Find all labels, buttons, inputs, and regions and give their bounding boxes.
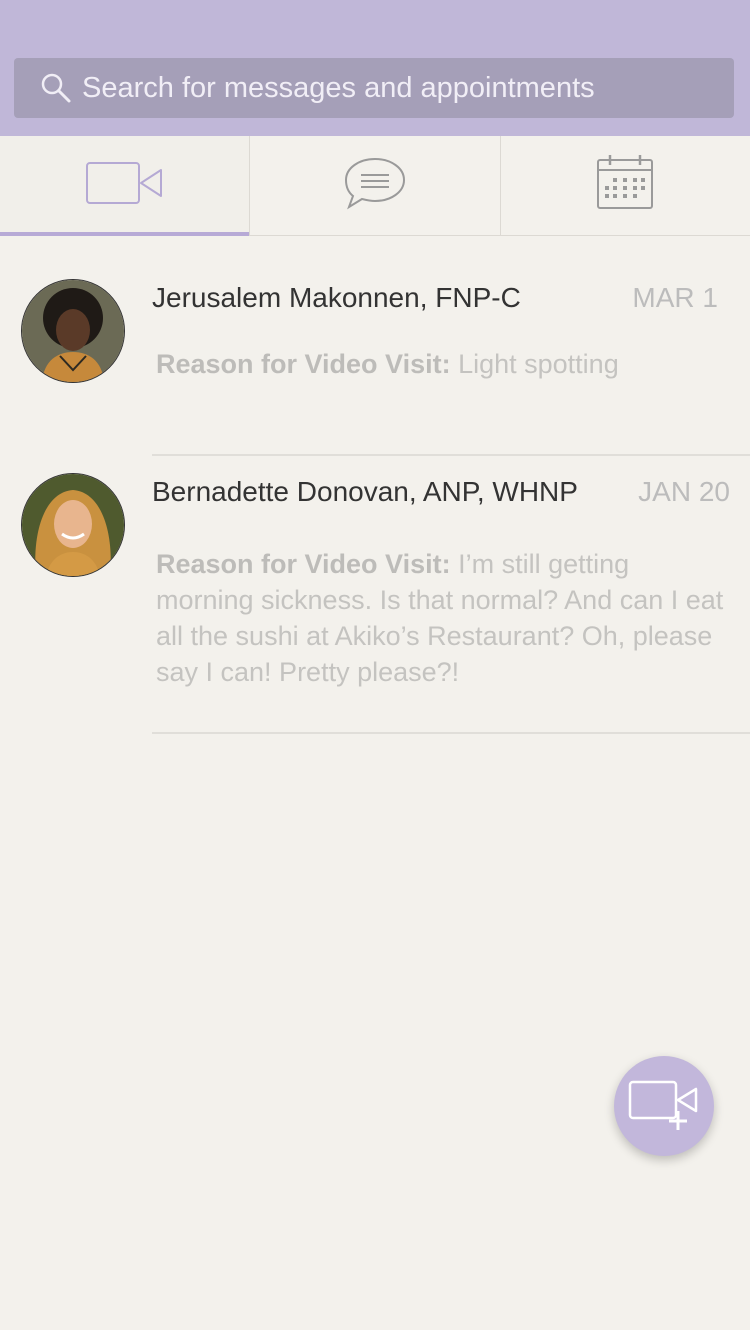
avatar (21, 473, 125, 577)
tab-appointments[interactable] (501, 136, 750, 235)
reason-label: Reason for Video Visit: (156, 549, 451, 579)
list-item[interactable]: Bernadette Donovan, ANP, WHNP JAN 20 Rea… (0, 456, 750, 734)
divider (152, 732, 750, 734)
search-input[interactable] (82, 60, 734, 116)
tab-bar (0, 136, 750, 236)
list-item[interactable]: Jerusalem Makonnen, FNP-C MAR 1 Reason f… (0, 236, 750, 456)
tab-video-visits[interactable] (0, 136, 251, 236)
search-bar[interactable] (14, 58, 734, 118)
new-video-visit-button[interactable] (614, 1056, 714, 1156)
avatar (21, 279, 125, 383)
provider-name: Bernadette Donovan, ANP, WHNP (152, 476, 578, 507)
visit-reason: Reason for Video Visit: I’m still gettin… (156, 546, 731, 690)
search-icon (40, 71, 74, 105)
app-header (0, 0, 750, 136)
video-visit-list: Jerusalem Makonnen, FNP-C MAR 1 Reason f… (0, 236, 750, 734)
reason-text: Light spotting (458, 349, 619, 379)
provider-name: Jerusalem Makonnen, FNP-C (152, 282, 521, 313)
reason-label: Reason for Video Visit: (156, 349, 451, 379)
visit-reason: Reason for Video Visit: Light spotting (156, 346, 731, 382)
chat-bubble-icon (343, 155, 407, 216)
tab-messages[interactable] (250, 136, 501, 235)
calendar-icon (595, 154, 655, 217)
video-camera-icon (85, 159, 165, 212)
new-video-visit-icon (628, 1076, 700, 1137)
visit-date: JAN 20 (638, 476, 730, 507)
visit-date: MAR 1 (632, 282, 718, 313)
